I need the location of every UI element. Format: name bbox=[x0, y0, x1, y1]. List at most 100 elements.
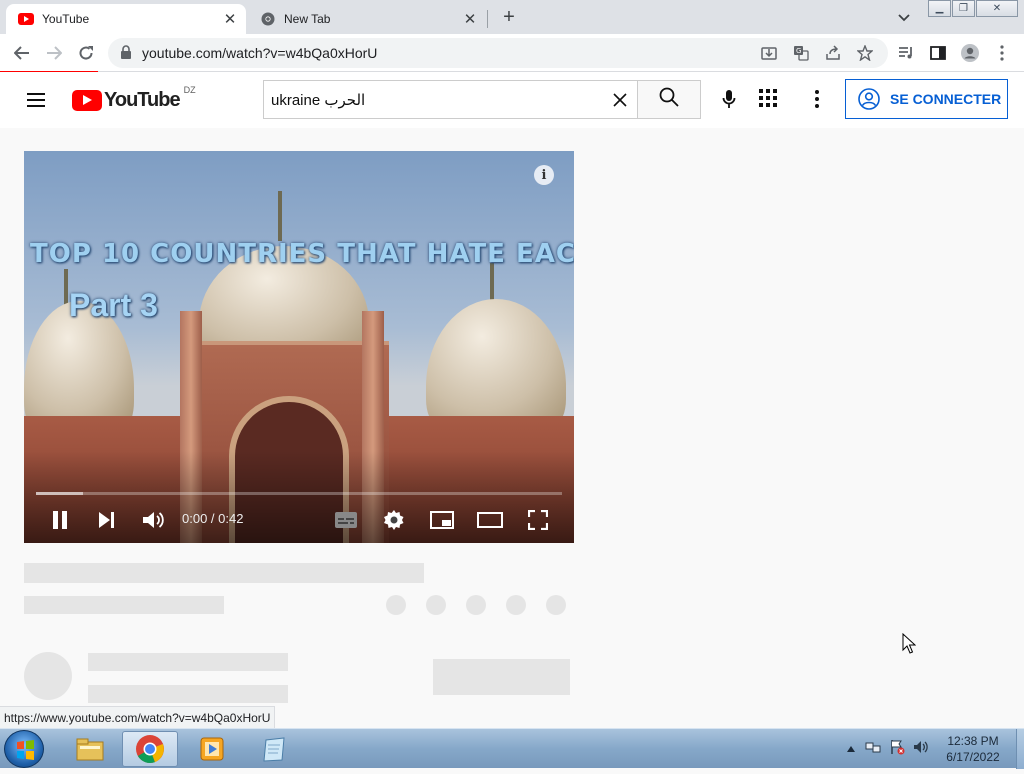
voice-search-mic-icon[interactable] bbox=[716, 86, 742, 112]
mosque-spire bbox=[278, 191, 282, 241]
search-icon bbox=[659, 87, 679, 112]
volume-icon[interactable] bbox=[139, 506, 167, 534]
search-button[interactable] bbox=[637, 80, 701, 119]
bookmark-star-icon[interactable] bbox=[856, 44, 874, 62]
buffered-bar bbox=[36, 492, 84, 495]
tab-title: YouTube bbox=[42, 12, 90, 26]
link-status-bubble: https://www.youtube.com/watch?v=w4bQa0xH… bbox=[0, 706, 276, 728]
media-player-icon bbox=[200, 737, 224, 761]
youtube-logo[interactable]: YouTube DZ bbox=[72, 85, 196, 112]
clock-time: 12:38 PM bbox=[947, 734, 999, 748]
search-query-text: ukraine الحرب bbox=[271, 92, 366, 109]
notepad-icon bbox=[263, 737, 285, 762]
address-bar[interactable]: youtube.com/watch?v=w4bQa0xHorU G bbox=[108, 38, 888, 68]
pause-icon[interactable] bbox=[46, 506, 74, 534]
minimize-button[interactable]: ▁ bbox=[928, 0, 951, 17]
search-input[interactable]: ukraine الحرب bbox=[263, 80, 638, 119]
logo-wordmark: YouTube bbox=[104, 88, 181, 111]
settings-gear-icon[interactable] bbox=[380, 506, 408, 534]
miniplayer-icon[interactable] bbox=[428, 506, 456, 534]
chrome-icon bbox=[136, 735, 164, 764]
theater-mode-icon[interactable] bbox=[476, 506, 504, 534]
clock-date: 6/17/2022 bbox=[946, 750, 1000, 764]
action-skeleton bbox=[466, 595, 486, 615]
video-overlay-title: TOP 10 COUNTRIES THAT HATE EACH OTHER bbox=[30, 239, 574, 269]
taskbar-chrome[interactable] bbox=[122, 731, 178, 767]
tab-divider bbox=[487, 10, 488, 28]
back-arrow-icon[interactable] bbox=[10, 41, 34, 65]
browser-toolbar: youtube.com/watch?v=w4bQa0xHorU G bbox=[0, 34, 1024, 72]
account-circle-icon bbox=[858, 88, 880, 110]
progress-bar[interactable] bbox=[36, 492, 562, 495]
tab-search-chevron-icon[interactable] bbox=[894, 8, 914, 28]
title-skeleton bbox=[24, 563, 424, 583]
channel-avatar-skeleton bbox=[24, 652, 72, 700]
tab-new-tab[interactable]: New Tab ✕ bbox=[248, 4, 486, 34]
subtitles-icon[interactable] bbox=[332, 506, 360, 534]
info-card-icon[interactable]: i bbox=[534, 165, 554, 185]
chrome-favicon-icon bbox=[260, 11, 276, 27]
profile-avatar-icon[interactable] bbox=[960, 43, 980, 63]
share-icon[interactable] bbox=[824, 44, 842, 62]
tab-strip: YouTube ✕ New Tab ✕ + ▁ ❐ ✕ bbox=[0, 0, 1024, 34]
video-player[interactable]: TOP 10 COUNTRIES THAT HATE EACH OTHER Pa… bbox=[24, 151, 574, 543]
lock-icon[interactable] bbox=[120, 45, 134, 61]
explorer-icon bbox=[76, 738, 104, 761]
volume-tray-icon[interactable] bbox=[913, 739, 931, 760]
close-window-button[interactable]: ✕ bbox=[976, 0, 1018, 17]
time-display: 0:00 / 0:42 bbox=[182, 511, 244, 526]
action-skeleton bbox=[546, 595, 566, 615]
svg-text:G: G bbox=[796, 47, 801, 55]
video-overlay-subtitle: Part 3 bbox=[69, 287, 158, 323]
reload-icon[interactable] bbox=[74, 41, 98, 65]
media-controls-icon[interactable] bbox=[896, 43, 916, 63]
forward-arrow-icon[interactable] bbox=[42, 41, 66, 65]
new-tab-button[interactable]: + bbox=[498, 6, 520, 28]
taskbar-clock[interactable]: 12:38 PM 6/17/2022 bbox=[930, 733, 1016, 765]
youtube-play-logo-icon bbox=[72, 89, 102, 111]
action-skeleton bbox=[426, 595, 446, 615]
close-tab-icon[interactable]: ✕ bbox=[220, 9, 240, 29]
action-skeleton bbox=[386, 595, 406, 615]
tab-youtube[interactable]: YouTube ✕ bbox=[6, 4, 246, 34]
youtube-apps-grid-icon[interactable] bbox=[758, 88, 780, 110]
mosque-spire bbox=[490, 263, 494, 303]
network-icon[interactable] bbox=[865, 739, 883, 760]
action-center-flag-icon[interactable] bbox=[889, 739, 907, 760]
start-button[interactable] bbox=[4, 730, 44, 768]
youtube-masthead: YouTube DZ ukraine الحرب SE CONNECTER bbox=[0, 72, 1024, 128]
browser-menu-icon[interactable] bbox=[992, 43, 1012, 63]
translate-icon[interactable]: G bbox=[792, 44, 810, 62]
url-text: youtube.com/watch?v=w4bQa0xHorU bbox=[142, 45, 378, 61]
taskbar-media-player[interactable] bbox=[184, 731, 240, 767]
browser-frame: YouTube ✕ New Tab ✕ + ▁ ❐ ✕ youtube.com/… bbox=[0, 0, 1024, 74]
youtube-favicon-icon bbox=[18, 11, 34, 27]
guide-menu-icon[interactable] bbox=[24, 88, 48, 112]
install-app-icon[interactable] bbox=[760, 44, 778, 62]
sign-in-button[interactable]: SE CONNECTER bbox=[845, 79, 1008, 119]
subscribe-button-skeleton bbox=[433, 659, 570, 695]
taskbar-notepad[interactable] bbox=[246, 731, 302, 767]
window-controls: ▁ ❐ ✕ bbox=[928, 0, 1020, 18]
windows-taskbar: 12:38 PM 6/17/2022 bbox=[0, 728, 1024, 769]
system-tray bbox=[845, 729, 931, 769]
next-video-icon[interactable] bbox=[92, 506, 120, 534]
views-skeleton bbox=[24, 596, 224, 614]
sign-in-label: SE CONNECTER bbox=[890, 91, 1002, 107]
fullscreen-icon[interactable] bbox=[524, 506, 552, 534]
show-desktop-button[interactable] bbox=[1016, 729, 1024, 769]
taskbar-explorer[interactable] bbox=[62, 731, 118, 767]
close-tab-icon[interactable]: ✕ bbox=[460, 9, 480, 29]
clear-search-icon[interactable] bbox=[610, 90, 630, 110]
mouse-cursor-icon bbox=[902, 632, 917, 655]
windows-logo-icon bbox=[17, 740, 34, 760]
action-skeleton bbox=[506, 595, 526, 615]
side-panel-icon[interactable] bbox=[928, 43, 948, 63]
country-code: DZ bbox=[183, 85, 196, 95]
restore-button[interactable]: ❐ bbox=[952, 0, 975, 17]
tab-title: New Tab bbox=[284, 12, 331, 26]
subscribers-skeleton bbox=[88, 685, 288, 703]
channel-name-skeleton bbox=[88, 653, 288, 671]
show-hidden-icons-icon[interactable] bbox=[845, 746, 857, 752]
settings-more-icon[interactable] bbox=[808, 88, 826, 110]
